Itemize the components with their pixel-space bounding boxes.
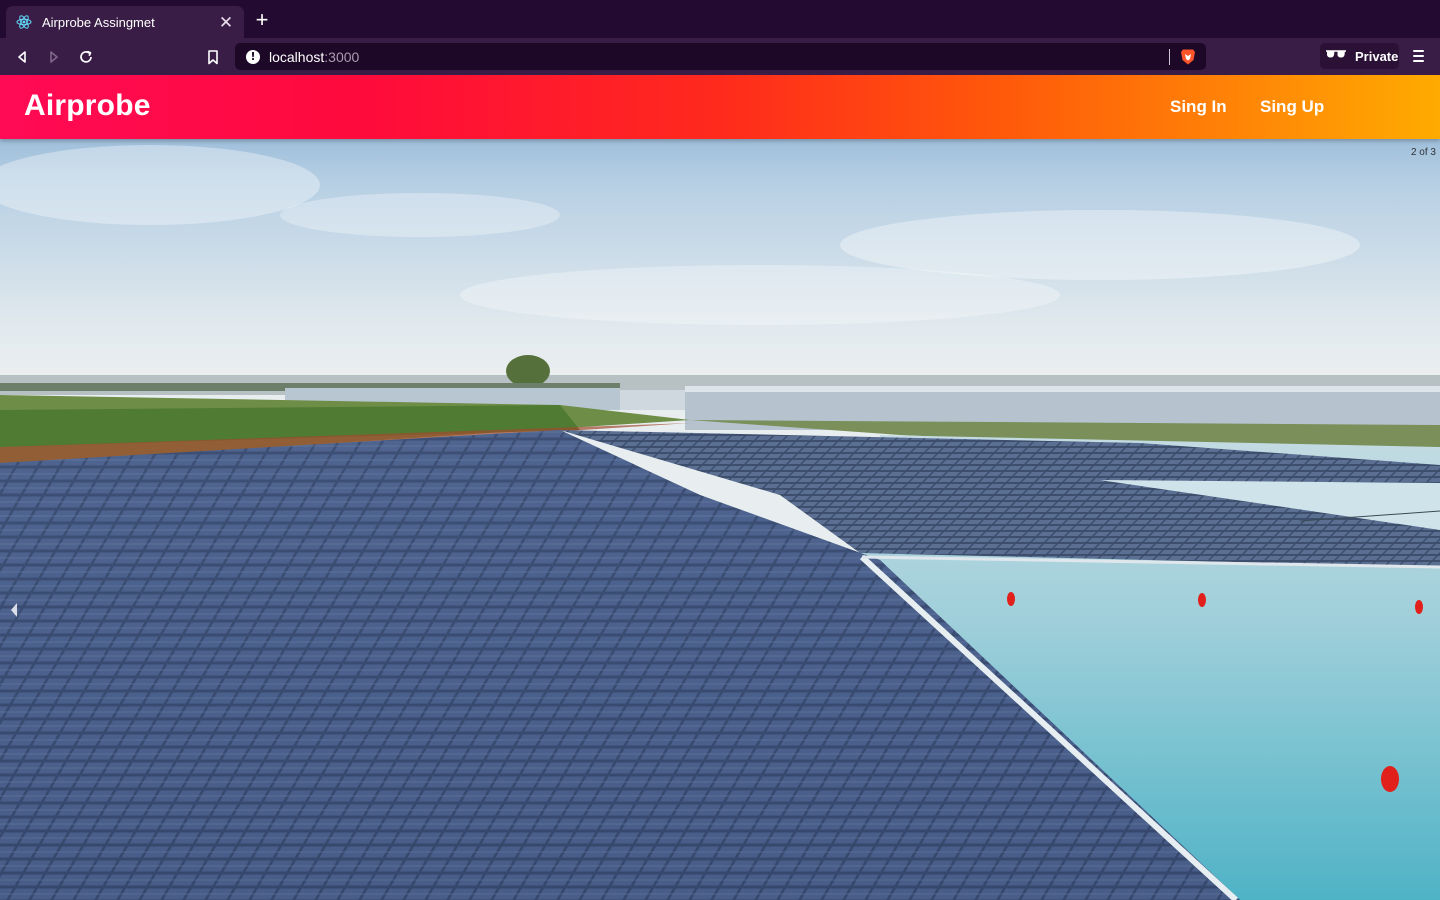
bookmark-icon[interactable] [202, 46, 224, 68]
info-icon[interactable]: ! [246, 49, 260, 64]
image-carousel[interactable]: 2 of 3 [0, 75, 1440, 900]
reload-icon[interactable] [75, 46, 97, 68]
brand-logo[interactable]: Airprobe [24, 89, 151, 123]
browser-toolbar: ! localhost:3000 Private [0, 38, 1440, 75]
carousel-image [0, 75, 1440, 900]
carousel-counter: 2 of 3 [1410, 147, 1436, 158]
private-window-badge[interactable]: Private [1320, 43, 1399, 69]
url-port: :3000 [324, 48, 360, 65]
chevron-left-icon[interactable] [6, 599, 22, 621]
url-text[interactable]: localhost:3000 [269, 49, 1169, 65]
back-arrow-icon[interactable] [11, 46, 33, 68]
private-label: Private [1355, 48, 1399, 64]
app-header: Airprobe Sing In Sing Up [0, 75, 1440, 139]
url-divider [1169, 48, 1170, 65]
brave-lion-icon[interactable] [1180, 48, 1196, 66]
sign-in-link[interactable]: Sing In [1170, 97, 1227, 117]
close-icon[interactable]: ✕ [218, 14, 234, 31]
address-bar[interactable]: ! localhost:3000 [235, 43, 1206, 70]
hamburger-menu-icon[interactable] [1409, 47, 1427, 65]
tab-title: Airprobe Assingmet [42, 14, 155, 30]
browser-tab[interactable]: Airprobe Assingmet ✕ [6, 6, 244, 38]
page: 2 of 3 Airprobe Sing In Sing Up [0, 75, 1440, 900]
browser-tabstrip: Airprobe Assingmet ✕ + [0, 0, 1440, 38]
sign-up-link[interactable]: Sing Up [1260, 97, 1324, 117]
incognito-glasses-icon [1325, 47, 1347, 65]
forward-arrow-icon[interactable] [43, 46, 65, 68]
url-host: localhost [269, 48, 325, 65]
react-icon [16, 14, 32, 30]
plus-icon[interactable]: + [252, 9, 272, 31]
